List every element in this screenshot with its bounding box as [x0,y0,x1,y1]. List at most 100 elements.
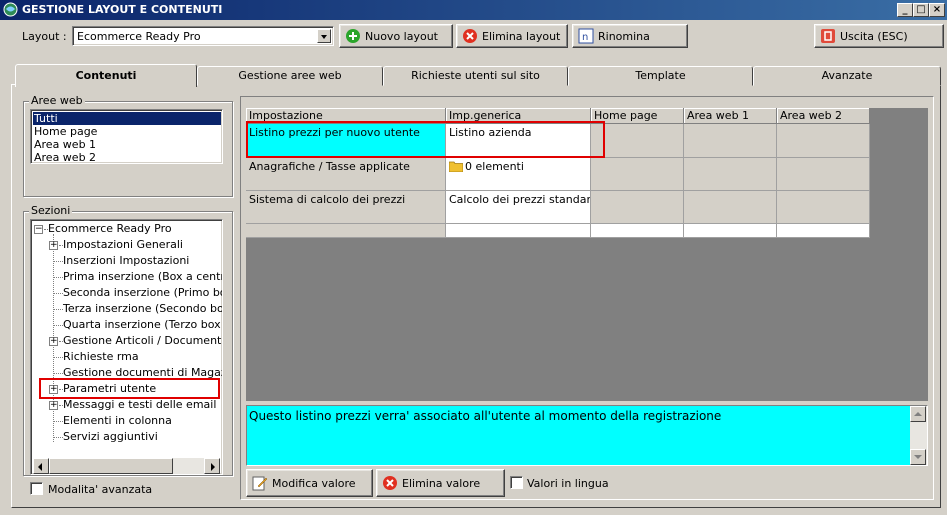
aree-web-list[interactable]: Tutti Home page Area web 1 Area web 2 [30,109,223,164]
exit-button[interactable]: Uscita (ESC) [814,24,944,48]
table-cell[interactable] [591,191,684,224]
table-cell[interactable] [684,158,777,191]
app-icon [3,2,18,17]
vertical-scrollbar[interactable] [910,406,927,465]
table-cell[interactable] [684,191,777,224]
delete-layout-label: Elimina layout [482,29,561,43]
edit-icon [252,476,268,491]
table-cell[interactable] [591,124,684,158]
description-box[interactable]: Questo listino prezzi verra' associato a… [246,405,928,466]
layout-select-value: Ecommerce Ready Pro [77,30,201,43]
expand-icon[interactable]: + [49,241,58,250]
tab-template[interactable]: Template [568,66,753,86]
close-button[interactable]: × [929,3,945,17]
horizontal-scrollbar[interactable] [33,458,220,474]
advanced-mode-checkbox[interactable] [30,482,43,495]
table-row-setting[interactable]: Sistema di calcolo dei prezzi [246,191,446,224]
rename-label: Rinomina [598,29,650,43]
edit-value-label: Modifica valore [272,476,356,490]
values-in-language-checkbox[interactable] [510,476,523,489]
tree-item-seconda-inserzione[interactable]: Seconda inserzione (Primo box in [63,285,222,301]
tree-item-parametri-utente[interactable]: Parametri utente [63,381,156,397]
table-row-generic[interactable]: Listino azienda [446,124,591,158]
aree-web-title: Aree web [29,94,85,107]
delete-value-button[interactable]: Elimina valore [376,469,505,497]
delete-icon [463,29,477,43]
tree-item-prima-inserzione[interactable]: Prima inserzione (Box a centro pa [63,269,222,285]
exit-icon [821,29,835,43]
advanced-mode-label: Modalita' avanzata [48,483,153,496]
exit-label: Uscita (ESC) [840,29,908,43]
chevron-down-icon[interactable] [317,29,331,43]
table-cell[interactable] [591,158,684,191]
delete-layout-button[interactable]: Elimina layout [456,24,568,48]
edit-value-button[interactable]: Modifica valore [246,469,373,497]
table-cell[interactable] [446,224,591,238]
minimize-button[interactable]: _ [897,3,913,17]
sezioni-tree[interactable]: − Ecommerce Ready Pro + Impostazioni Gen… [30,219,223,475]
tree-item-servizi-aggiuntivi[interactable]: Servizi aggiuntivi [63,429,158,445]
rename-button[interactable]: n Rinomina [572,24,688,48]
list-item[interactable]: Area web 1 [33,138,96,151]
list-item[interactable]: Area web 2 [33,151,96,164]
tree-item-impostazioni-generali[interactable]: Impostazioni Generali [63,237,183,253]
window-title: GESTIONE LAYOUT E CONTENUTI [22,3,223,16]
list-item[interactable]: Home page [33,125,97,138]
description-text: Questo listino prezzi verra' associato a… [249,409,722,423]
title-bar: GESTIONE LAYOUT E CONTENUTI _ □ × [0,0,947,20]
collapse-icon[interactable]: − [34,225,43,234]
table-cell[interactable] [246,224,446,238]
tab-richieste-utenti[interactable]: Richieste utenti sul sito [383,66,568,86]
scrollbar-thumb[interactable] [49,458,173,474]
table-row-generic[interactable]: 0 elementi [446,158,591,191]
scroll-up-button[interactable] [910,406,926,422]
table-row-generic[interactable]: Calcolo dei prezzi standard [446,191,591,224]
expand-icon[interactable]: + [49,385,58,394]
scroll-down-button[interactable] [910,449,926,465]
expand-icon[interactable]: + [49,401,58,410]
table-cell[interactable] [684,224,777,238]
delete-value-label: Elimina valore [402,476,481,490]
tree-item-elementi-colonna[interactable]: Elementi in colonna [63,413,172,429]
layout-label: Layout : [22,30,67,43]
scroll-right-button[interactable] [204,458,220,474]
tree-item-gestione-articoli[interactable]: Gestione Articoli / Documenti [63,333,222,349]
delete-icon [383,476,397,490]
svg-text:n: n [582,32,588,43]
table-cell[interactable] [777,224,870,238]
folder-count: 0 elementi [465,160,524,173]
list-item[interactable]: Tutti [33,112,221,125]
layout-select[interactable]: Ecommerce Ready Pro [72,26,334,46]
tab-contenuti[interactable]: Contenuti [15,64,197,87]
table-cell[interactable] [591,224,684,238]
scroll-left-button[interactable] [33,458,49,474]
tab-gestione-aree-web[interactable]: Gestione aree web [197,66,383,86]
tree-root[interactable]: Ecommerce Ready Pro [48,221,172,237]
table-cell[interactable] [777,124,870,158]
tree-item-terza-inserzione[interactable]: Terza inserzione (Secondo box in [63,301,222,317]
settings-grid[interactable]: Impostazione Imp.generica Home page Area… [246,108,928,401]
tab-avanzate[interactable]: Avanzate [753,66,941,86]
table-row-setting[interactable]: Anagrafiche / Tasse applicate [246,158,446,191]
table-cell[interactable] [777,191,870,224]
column-header[interactable]: Imp.generica [446,108,591,124]
tree-item-messaggi-email[interactable]: Messaggi e testi delle email [63,397,216,413]
tree-item-inserzioni-impostazioni[interactable]: Inserzioni Impostazioni [63,253,189,269]
rename-icon: n [578,28,594,44]
new-layout-button[interactable]: Nuovo layout [339,24,453,48]
maximize-button[interactable]: □ [913,3,929,17]
column-header[interactable]: Impostazione [246,108,446,124]
column-header[interactable]: Area web 1 [684,108,777,124]
values-in-language-label: Valori in lingua [527,477,609,490]
folder-icon [448,161,464,173]
expand-icon[interactable]: + [49,337,58,346]
table-cell[interactable] [684,124,777,158]
new-layout-label: Nuovo layout [365,29,438,43]
tree-item-richieste-rma[interactable]: Richieste rma [63,349,139,365]
tree-item-gestione-documenti[interactable]: Gestione documenti di Magazzino [63,365,222,381]
table-cell[interactable] [777,158,870,191]
column-header[interactable]: Home page [591,108,684,124]
table-row-setting[interactable]: Listino prezzi per nuovo utente [246,124,446,158]
column-header[interactable]: Area web 2 [777,108,870,124]
tree-item-quarta-inserzione[interactable]: Quarta inserzione (Terzo box in ba [63,317,222,333]
